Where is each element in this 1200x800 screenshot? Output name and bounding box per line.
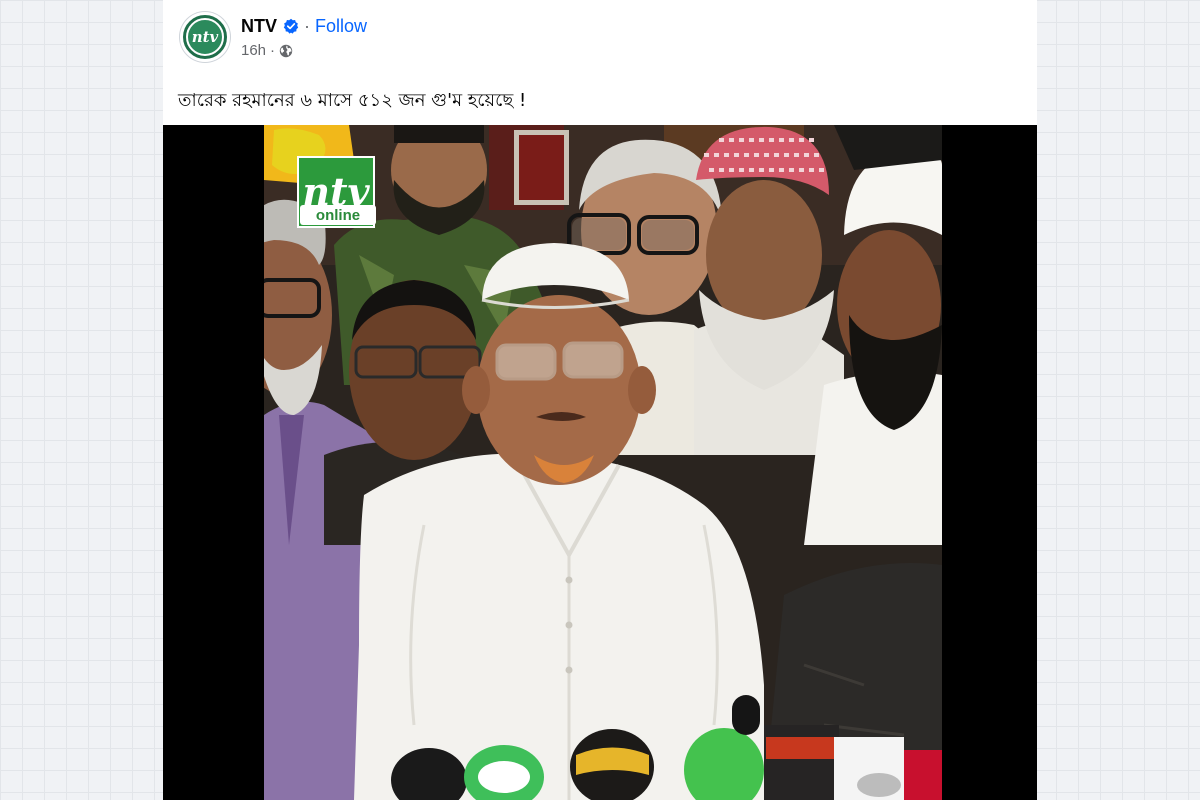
ntv-logo-icon: ntv [186, 18, 224, 56]
avatar-logo-text: ntv [191, 28, 219, 46]
post-timestamp[interactable]: 16h [241, 42, 266, 59]
follow-button[interactable]: Follow [315, 16, 367, 37]
post-meta: 16h · [241, 42, 293, 59]
page-name-link[interactable]: NTV [241, 16, 277, 37]
post-header: ntv NTV · Follow 16h · [163, 0, 1037, 76]
name-separator: · [304, 15, 310, 36]
watermark-label: online [316, 207, 360, 224]
name-row: NTV · Follow [241, 15, 367, 37]
verified-badge-icon [283, 18, 299, 34]
video-still: ntv online [264, 125, 942, 800]
post-text: তারেক রহমানের ৬ মাসে ৫১২ জন গু'ম হয়েছে … [178, 90, 527, 111]
page-avatar[interactable]: ntv [180, 12, 230, 62]
globe-icon[interactable] [279, 44, 293, 58]
video-player[interactable]: ntv online [163, 125, 1037, 800]
meta-separator: · [270, 42, 276, 59]
post-card: ntv NTV · Follow 16h · তারেক রহমানের ৬ ম… [163, 0, 1037, 800]
